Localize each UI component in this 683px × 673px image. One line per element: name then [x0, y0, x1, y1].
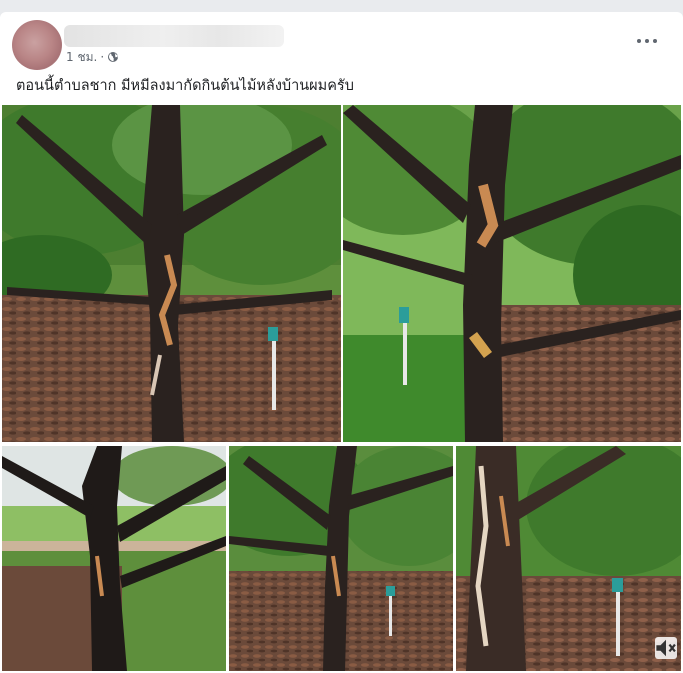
post-meta: 1 ชม. · — [66, 49, 119, 65]
post-photo-4[interactable] — [229, 446, 453, 671]
post-photo-3[interactable] — [2, 446, 226, 671]
globe-icon[interactable] — [107, 51, 119, 63]
tree-photo-4 — [229, 446, 453, 671]
mute-volume-icon[interactable] — [655, 637, 677, 659]
post-photo-5[interactable] — [456, 446, 681, 671]
more-options-icon[interactable] — [637, 36, 661, 46]
meta-separator: · — [100, 50, 105, 64]
post-photo-1[interactable] — [2, 105, 341, 442]
post-caption: ตอนนี้ตำบลชาก มีหมีลงมากัดกินต้นไม้หลังบ… — [16, 78, 354, 94]
post-time[interactable]: 1 ชม. — [66, 48, 97, 67]
avatar[interactable] — [12, 20, 62, 70]
tree-photo-1 — [2, 105, 341, 442]
author-name-blurred[interactable] — [64, 25, 284, 47]
tree-photo-3 — [2, 446, 226, 671]
post-photo-2[interactable] — [343, 105, 681, 442]
post-card: 1 ชม. · ตอนนี้ตำบลชาก มีหมีลงมากัดกินต้น… — [0, 12, 683, 673]
tree-photo-5 — [456, 446, 681, 671]
tree-photo-2 — [343, 105, 681, 442]
